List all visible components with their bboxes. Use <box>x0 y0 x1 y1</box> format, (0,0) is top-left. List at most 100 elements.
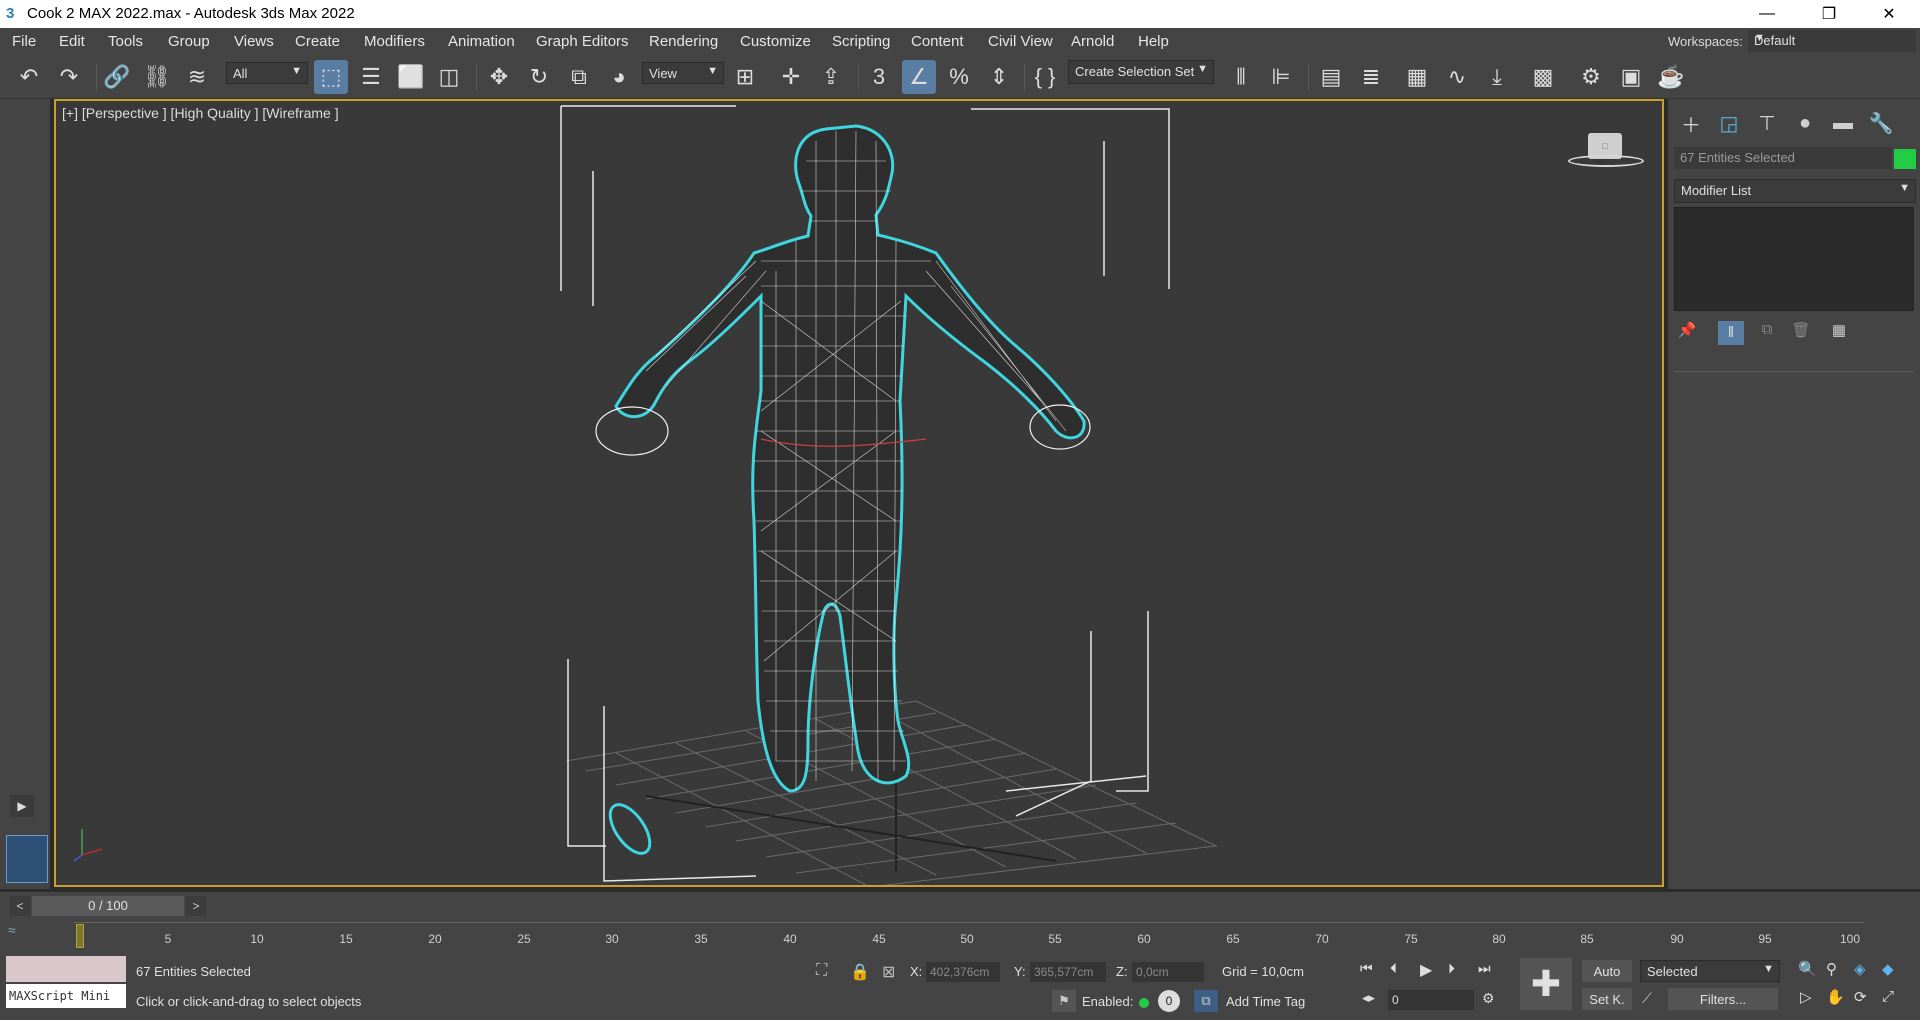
pin-stack-icon[interactable]: 📌 <box>1676 321 1698 343</box>
scene-explorer-icon[interactable]: ▤ <box>1314 60 1348 94</box>
menu-help[interactable]: Help <box>1138 33 1169 50</box>
auto-key-button[interactable]: Auto <box>1582 960 1632 982</box>
curve-editor-icon[interactable]: ∿ <box>1440 60 1474 94</box>
prev-frame-button[interactable]: < <box>10 896 30 916</box>
menu-customize[interactable]: Customize <box>740 33 811 50</box>
angle-snap-icon[interactable]: ∠ <box>902 60 936 94</box>
configure-modifier-sets-icon[interactable]: ▦ <box>1828 321 1850 343</box>
menu-modifiers[interactable]: Modifiers <box>364 33 425 50</box>
workspaces-dropdown[interactable]: Default ▼ <box>1748 30 1916 52</box>
viewcube-icon[interactable]: □ <box>1566 129 1646 173</box>
menu-edit[interactable]: Edit <box>59 33 85 50</box>
create-tab-icon[interactable]: ＋ <box>1676 109 1706 137</box>
key-tangent-icon[interactable]: ⟋ <box>1642 990 1652 1007</box>
object-color-swatch[interactable] <box>1894 149 1916 169</box>
selection-lock-icon[interactable]: 🔒 <box>850 962 870 982</box>
rotate-icon[interactable]: ↻ <box>522 60 556 94</box>
bind-space-warp-icon[interactable]: ≋ <box>180 60 214 94</box>
edit-named-selection-icon[interactable]: { } <box>1028 60 1062 94</box>
menu-arnold[interactable]: Arnold <box>1071 33 1114 50</box>
select-manipulate-icon[interactable]: ✛ <box>774 60 808 94</box>
go-to-end-icon[interactable]: ⏭ <box>1478 960 1491 977</box>
key-filter-dropdown[interactable]: Selected ▼ <box>1640 960 1780 982</box>
link-icon[interactable]: 🔗 <box>100 60 134 94</box>
close-button[interactable]: ✕ <box>1866 0 1912 28</box>
restore-button[interactable]: ❐ <box>1806 0 1852 28</box>
mirror-icon[interactable]: ⫴ <box>1224 60 1258 94</box>
key-mode-toggle-icon[interactable]: ◂▸ <box>1362 990 1375 1006</box>
render-production-icon[interactable]: ☕ <box>1654 60 1688 94</box>
time-tag-icon[interactable]: ⧉ <box>1194 990 1218 1012</box>
keyboard-shortcut-override-icon[interactable]: ⇪ <box>814 60 848 94</box>
object-name-field[interactable]: 67 Entities Selected <box>1674 147 1892 169</box>
spinner-snap-icon[interactable]: ⇕ <box>982 60 1016 94</box>
menu-views[interactable]: Views <box>234 33 274 50</box>
pan-view-icon[interactable]: ✋ <box>1826 988 1845 1006</box>
modify-tab-icon[interactable]: ◲ <box>1714 109 1744 137</box>
reference-coordinate-dropdown[interactable]: View ▼ <box>642 62 724 84</box>
place-icon[interactable]: ◕ <box>602 60 636 94</box>
named-selection-sets-dropdown[interactable]: Create Selection Set ▼ <box>1068 60 1214 84</box>
zoom-icon[interactable]: 🔍 <box>1798 960 1817 978</box>
zoom-extents-icon[interactable]: ◈ <box>1854 960 1866 978</box>
expand-arrow-icon[interactable]: ▶ <box>10 795 34 817</box>
scale-icon[interactable]: ⧉ <box>562 60 596 94</box>
zoom-extents-all-icon[interactable]: ◆ <box>1882 960 1894 978</box>
maxscript-listener-input[interactable] <box>6 956 126 982</box>
minimize-button[interactable]: — <box>1744 0 1790 28</box>
absolute-mode-transform-icon[interactable]: ⊠ <box>882 962 895 982</box>
unlink-icon[interactable]: ⛓ <box>140 60 174 94</box>
render-setup-icon[interactable]: ⚙ <box>1574 60 1608 94</box>
field-of-view-icon[interactable]: ▷ <box>1800 988 1812 1006</box>
menu-content[interactable]: Content <box>911 33 964 50</box>
window-crossing-icon[interactable]: ◫ <box>432 60 466 94</box>
next-frame-button[interactable]: > <box>186 896 206 916</box>
adaptive-degradation-icon[interactable]: ⚑ <box>1052 990 1076 1012</box>
key-filters-button[interactable]: Filters... <box>1668 988 1778 1010</box>
utilities-tab-icon[interactable]: 🔧 <box>1866 109 1896 137</box>
hierarchy-tab-icon[interactable]: ⊤ <box>1752 109 1782 137</box>
time-slider[interactable]: 0 / 100 <box>32 896 184 916</box>
add-time-tag-button[interactable]: Add Time Tag <box>1226 994 1305 1009</box>
next-frame-icon[interactable]: ⏵ <box>1448 960 1455 977</box>
percent-snap-icon[interactable]: % <box>942 60 976 94</box>
align-icon[interactable]: ⊫ <box>1264 60 1298 94</box>
select-object-icon[interactable]: ⬚ <box>314 60 348 94</box>
modifier-stack[interactable] <box>1674 207 1914 311</box>
isolate-selection-icon[interactable]: ⛶ <box>816 962 827 980</box>
time-configuration-icon[interactable]: ⚙ <box>1482 990 1495 1007</box>
orbit-icon[interactable]: ⟳ <box>1854 988 1867 1006</box>
redo-icon[interactable]: ↷ <box>52 60 86 94</box>
play-icon[interactable]: ▶ <box>1420 960 1432 980</box>
curve-editor-toggle-icon[interactable]: ≈ <box>8 922 34 946</box>
x-coordinate-field[interactable]: 402,376cm <box>926 962 1000 982</box>
time-slider-marker[interactable] <box>76 924 84 948</box>
display-tab-icon[interactable]: ▬ <box>1828 109 1858 137</box>
material-editor-icon[interactable]: ▩ <box>1526 60 1560 94</box>
go-to-start-icon[interactable]: ⏮ <box>1360 960 1373 977</box>
current-frame-field[interactable]: 0 <box>1388 990 1474 1010</box>
frame-ruler[interactable]: 5 10 15 20 25 30 35 40 45 50 55 60 65 70… <box>74 922 1864 948</box>
menu-animation[interactable]: Animation <box>448 33 515 50</box>
remove-modifier-icon[interactable]: 🗑 <box>1790 321 1812 343</box>
schematic-view-icon[interactable]: ⤓ <box>1480 60 1514 94</box>
perspective-viewport[interactable]: [+] [Perspective ] [High Quality ] [Wire… <box>54 99 1664 887</box>
move-icon[interactable]: ✥ <box>482 60 516 94</box>
show-end-result-icon[interactable]: ‖ <box>1718 321 1744 345</box>
menu-civil-view[interactable]: Civil View <box>988 33 1053 50</box>
menu-graph-editors[interactable]: Graph Editors <box>536 33 629 50</box>
modifier-list-dropdown[interactable]: Modifier List ▼ <box>1674 179 1916 203</box>
rectangular-selection-icon[interactable]: ⬜ <box>394 60 428 94</box>
menu-tools[interactable]: Tools <box>108 33 143 50</box>
layer-explorer-icon[interactable]: ≣ <box>1354 60 1388 94</box>
zoom-all-icon[interactable]: ⚲ <box>1826 960 1837 978</box>
rendered-frame-window-icon[interactable]: ▣ <box>1614 60 1648 94</box>
ribbon-toggle-icon[interactable]: ▦ <box>1400 60 1434 94</box>
menu-group[interactable]: Group <box>168 33 210 50</box>
enabled-count-badge[interactable]: 0 <box>1158 990 1180 1012</box>
make-unique-icon[interactable]: ⧉ <box>1756 321 1778 343</box>
y-coordinate-field[interactable]: 365,577cm <box>1030 962 1106 982</box>
motion-tab-icon[interactable]: ● <box>1790 109 1820 137</box>
z-coordinate-field[interactable]: 0,0cm <box>1132 962 1204 982</box>
snaps-toggle-icon[interactable]: 3 <box>862 60 896 94</box>
